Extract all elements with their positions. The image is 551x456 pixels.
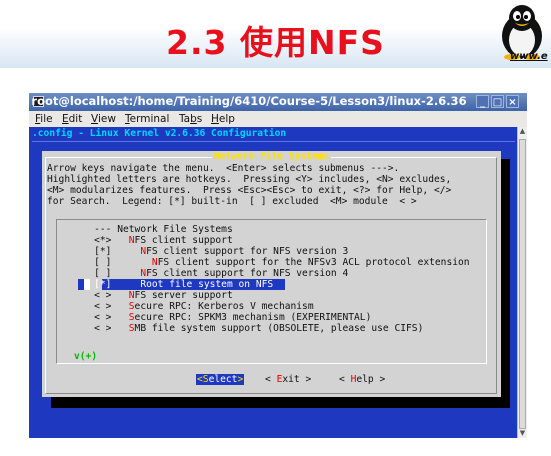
help-text-line: for Search. Legend: [*] built-in [ ] exc… <box>47 196 417 207</box>
menuconfig-dialog: Network File Systems Arrow keys navigate… <box>42 151 501 397</box>
menu-item[interactable]: [*] NFS client support for NFS version 3 <box>71 246 348 257</box>
menu-item[interactable]: <*> NFS client support <box>71 235 233 246</box>
help-text-line: <M> modularizes features. Press <Esc><Es… <box>47 185 452 196</box>
scroll-down-arrow-icon[interactable]: ▼ <box>518 429 527 438</box>
menu-terminal[interactable]: Terminal <box>125 113 169 125</box>
config-header: .config - Linux Kernel v2.6.36 Configura… <box>32 128 287 139</box>
help-text-line: Arrow keys navigate the menu. <Enter> se… <box>47 163 400 174</box>
menu-item[interactable]: [ ] NFS client support for the NFSv3 ACL… <box>71 257 469 268</box>
help-text-line: Highlighted letters are hotkeys. Pressin… <box>47 174 452 185</box>
dialog-shadow <box>501 159 510 405</box>
slide-title: 2.3 使用NFS <box>166 23 385 62</box>
text-cursor <box>84 279 90 290</box>
vertical-scrollbar[interactable]: ▲ ▼ <box>517 127 527 438</box>
menu-help[interactable]: Help <box>211 113 235 125</box>
menu-item[interactable]: < > Secure RPC: SPKM3 mechanism (EXPERIM… <box>71 312 371 323</box>
terminal-window: root@localhost:/home/Training/6410/Cours… <box>29 93 527 438</box>
scroll-up-arrow-icon[interactable]: ▲ <box>518 127 527 136</box>
site-url[interactable]: www.e <box>510 51 548 62</box>
menu-item-selected[interactable]: [*] Root file system on NFS <box>71 279 273 290</box>
header-divider <box>32 141 515 142</box>
menu-edit[interactable]: Edit <box>62 113 82 125</box>
exit-button[interactable]: < Exit > <box>265 374 311 385</box>
terminal-screen[interactable]: .config - Linux Kernel v2.6.36 Configura… <box>29 127 517 438</box>
window-titlebar[interactable]: root@localhost:/home/Training/6410/Cours… <box>29 93 527 111</box>
minimize-button[interactable]: _ <box>476 95 489 108</box>
menu-item[interactable]: < > NFS server support <box>71 290 233 301</box>
help-button[interactable]: < Help > <box>339 374 385 385</box>
menu-item[interactable]: < > Secure RPC: Kerberos V mechanism <box>71 301 314 312</box>
menu-item[interactable]: --- Network File Systems <box>71 224 233 235</box>
more-indicator: v(+) <box>74 351 98 362</box>
scrollbar-thumb[interactable] <box>519 139 526 429</box>
menu-item[interactable]: [ ] NFS client support for NFS version 4 <box>71 268 348 279</box>
dialog-shadow <box>51 397 510 408</box>
menu-item[interactable]: < > SMB file system support (OBSOLETE, p… <box>71 323 423 334</box>
select-button[interactable]: <Select> <box>196 374 245 385</box>
menu-tabs[interactable]: Tabs <box>179 113 202 125</box>
dialog-title: Network File Systems <box>211 151 332 162</box>
menu-file[interactable]: File <box>35 113 53 125</box>
maximize-button[interactable]: □ <box>491 95 504 108</box>
close-button[interactable]: × <box>506 95 519 108</box>
menu-view[interactable]: View <box>91 113 116 125</box>
menubar: File Edit View Terminal Tabs Help <box>29 111 527 127</box>
window-title: root@localhost:/home/Training/6410/Cours… <box>31 94 467 108</box>
